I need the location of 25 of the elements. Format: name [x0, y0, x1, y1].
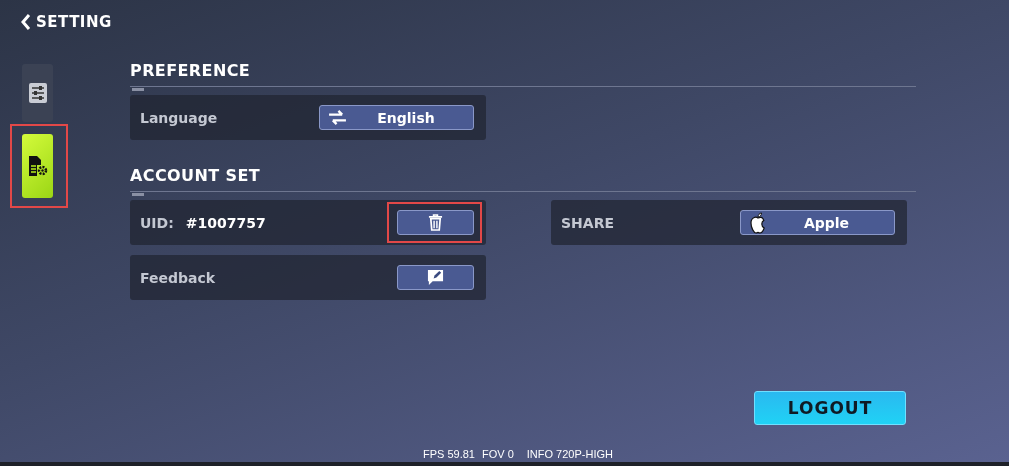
fps-readout: FPS 59.81: [423, 448, 475, 460]
apple-share-button[interactable]: Apple: [740, 210, 895, 235]
language-button[interactable]: English: [319, 105, 474, 130]
delete-button[interactable]: [397, 210, 474, 235]
apple-icon: [749, 211, 767, 234]
sidebar-tab[interactable]: [22, 134, 53, 198]
swap-icon: [328, 110, 347, 125]
row-label: SHARE: [561, 214, 614, 231]
section-heading: ACCOUNT SET: [130, 166, 262, 185]
page-title: SETTING: [36, 13, 112, 31]
fov-readout: FOV 0: [482, 448, 514, 460]
info-readout: INFO 720P-HIGH: [526, 448, 613, 460]
section-heading: PREFERENCE: [130, 61, 252, 80]
document-gear-icon: [27, 155, 48, 177]
sliders-icon: [28, 83, 47, 103]
row-label: Language: [140, 109, 218, 126]
row-label: Feedback: [140, 269, 216, 286]
back-icon[interactable]: [21, 14, 31, 30]
uid-value: #1007757: [185, 214, 266, 231]
feedback-button[interactable]: [397, 265, 474, 290]
logout-button[interactable]: LOGOUT: [754, 391, 906, 425]
trash-icon: [428, 214, 443, 231]
speech-bubble-pencil-icon: [427, 269, 444, 286]
sidebar-tab[interactable]: [22, 64, 53, 122]
row-label: UID:: [140, 214, 174, 231]
